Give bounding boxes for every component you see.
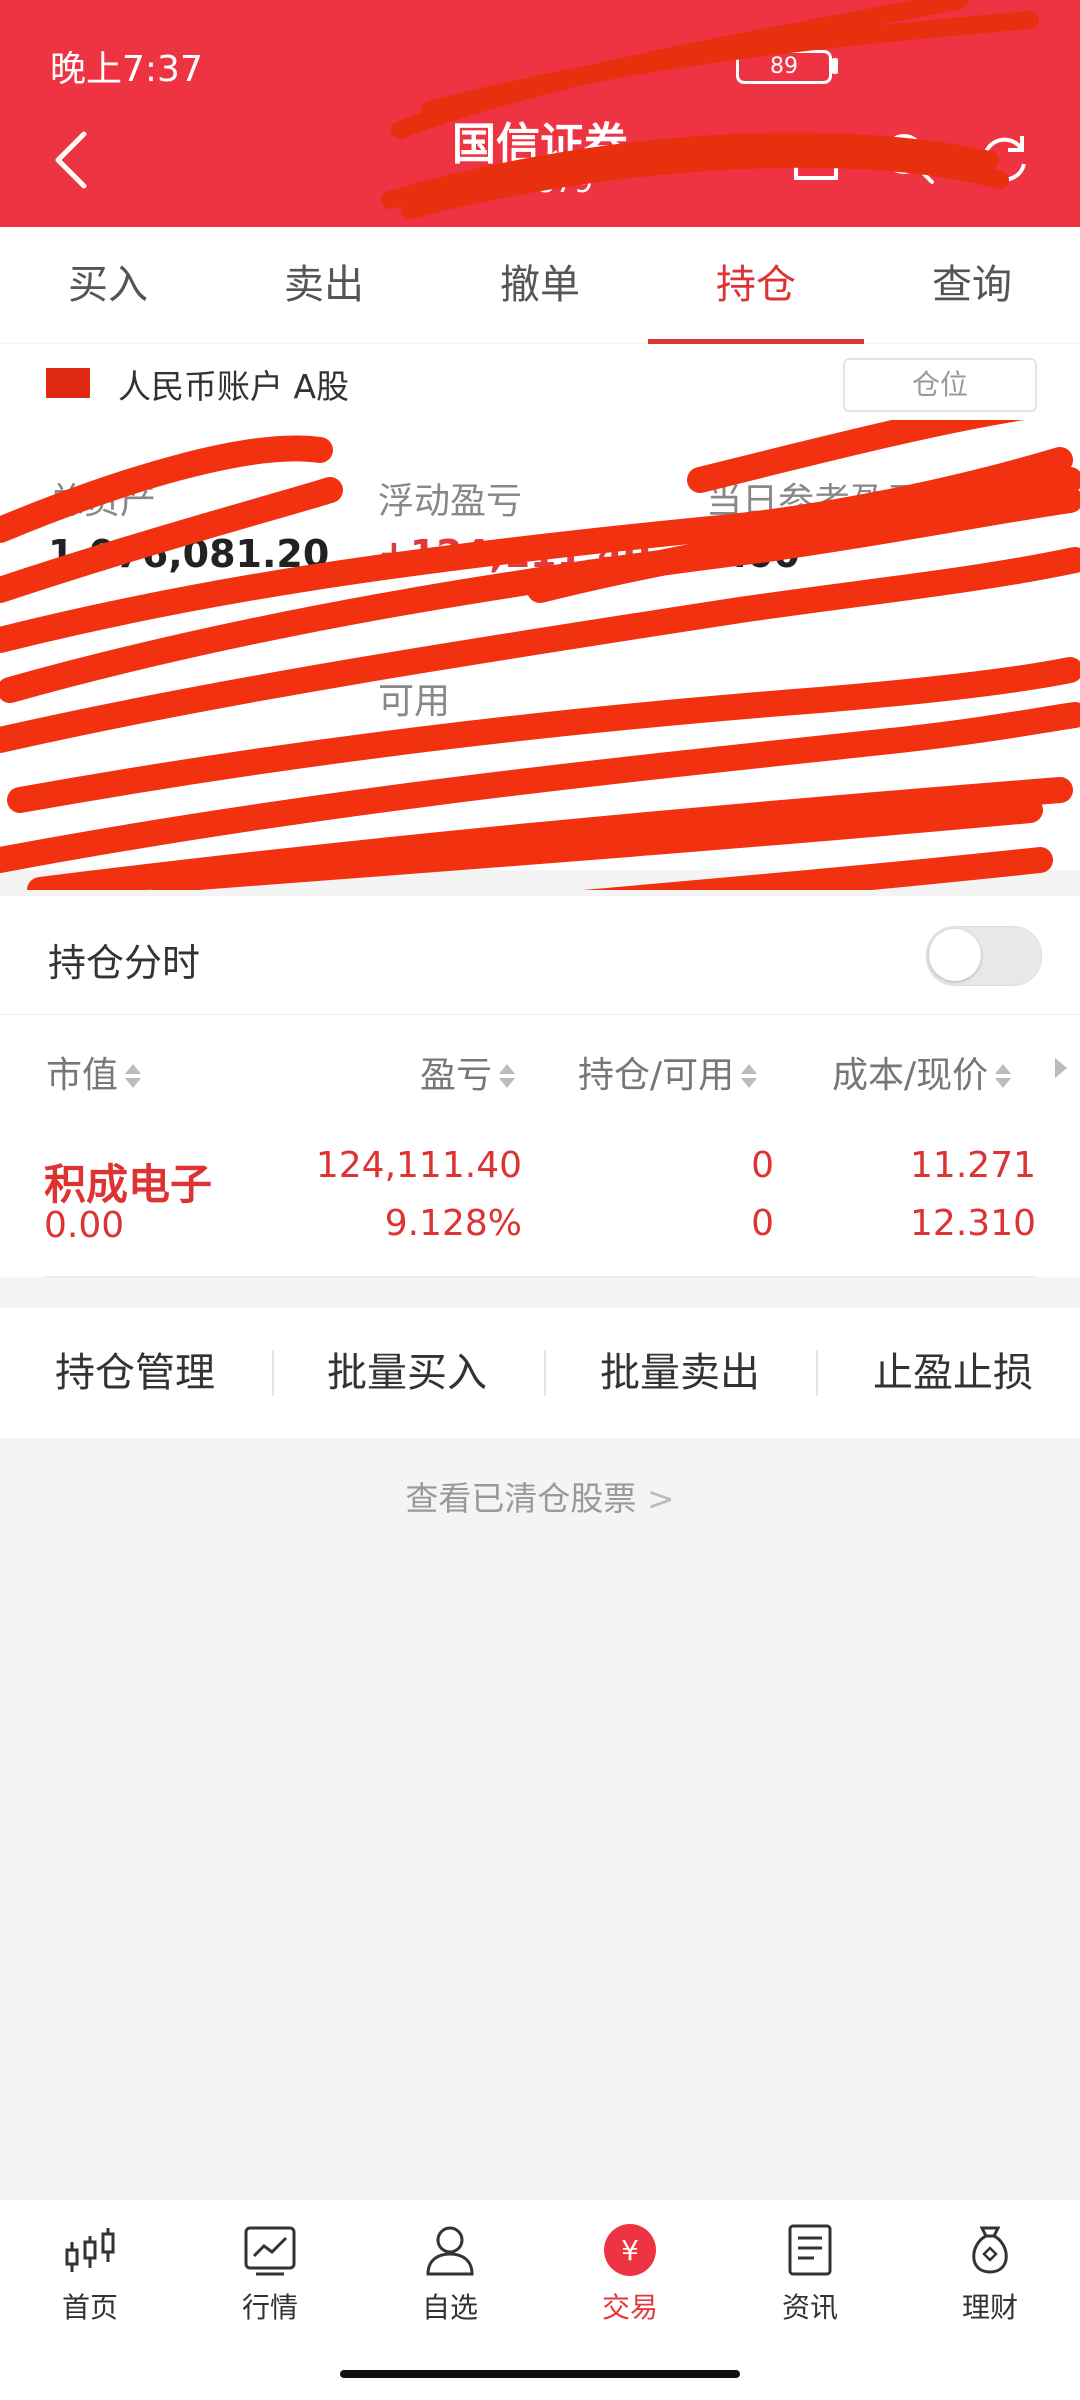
nav-news[interactable]: 资讯: [720, 2222, 900, 2326]
available-quantity: 0: [751, 1203, 774, 1244]
battery-indicator: 89: [736, 50, 832, 84]
home-indicator-bar[interactable]: [340, 2370, 740, 2378]
more-columns-arrow-icon[interactable]: [1055, 1058, 1067, 1078]
position-button[interactable]: 仓位: [843, 358, 1037, 412]
row-divider: [44, 1276, 1036, 1278]
tab-buy[interactable]: 买入: [0, 227, 216, 343]
floating-pl-value: +124,111.40: [378, 532, 651, 576]
refresh-icon[interactable]: [976, 130, 1032, 186]
user-watchlist-icon: [426, 2226, 474, 2276]
market-value: 0.00: [44, 1205, 125, 1246]
daily-ref-pl-value: 0.00: [706, 532, 800, 576]
cost-price: 11.271: [910, 1145, 1036, 1186]
broker-title[interactable]: 国信证券: [390, 108, 690, 172]
money-bag-icon: [972, 2226, 1008, 2274]
account-name[interactable]: 人民币账户 A股: [118, 360, 349, 408]
asset-summary: 总资产 1,076,081.20 浮动盈亏 +124,111.40 当日参考盈亏…: [0, 422, 1080, 870]
sort-icon: [992, 1062, 1012, 1092]
account-number: **1879: [486, 165, 594, 200]
take-profit-stop-loss-button[interactable]: 止盈止损: [818, 1308, 1080, 1438]
tab-sell[interactable]: 卖出: [216, 227, 432, 343]
available-label: 可用: [378, 681, 451, 722]
holding-timeshare-label: 持仓分时: [48, 941, 201, 985]
svg-text:¥: ¥: [621, 2234, 639, 2267]
table-row[interactable]: 积成电子 0.00 124,111.40 9.128% 0 0 11.271 1…: [0, 1125, 1080, 1277]
toggle-knob[interactable]: [929, 929, 981, 981]
back-icon[interactable]: [52, 130, 92, 190]
search-icon[interactable]: [880, 130, 936, 186]
yuan-trade-icon: ¥: [604, 2224, 656, 2276]
column-pl[interactable]: 盈亏: [420, 1046, 516, 1098]
sort-icon: [496, 1062, 516, 1092]
column-hold-available[interactable]: 持仓/可用: [578, 1046, 758, 1098]
nav-trade[interactable]: ¥ 交易: [540, 2222, 720, 2326]
chevron-right-icon: >: [646, 1479, 675, 1518]
total-assets-value: 1,076,081.20: [48, 532, 330, 576]
nav-market[interactable]: 行情: [180, 2222, 360, 2326]
total-assets-label: 总资产: [48, 481, 157, 522]
pl-value: 124,111.40: [315, 1145, 522, 1186]
view-cleared-stocks-link[interactable]: 查看已清仓股票 >: [0, 1472, 1080, 1520]
battery-nub: [832, 58, 838, 74]
batch-sell-button[interactable]: 批量卖出: [545, 1308, 815, 1438]
hold-quantity: 0: [751, 1145, 774, 1186]
status-time: 晚上7:37: [50, 49, 203, 90]
tab-cancel-order[interactable]: 撤单: [432, 227, 648, 343]
position-management-button[interactable]: 持仓管理: [0, 1308, 270, 1438]
sort-icon: [122, 1062, 142, 1092]
column-market-value[interactable]: 市值: [46, 1046, 142, 1098]
pl-percent: 9.128%: [384, 1203, 522, 1244]
account-switch-caret-icon[interactable]: [660, 150, 688, 170]
column-cost-price[interactable]: 成本/现价: [832, 1046, 1012, 1098]
sort-icon: [738, 1062, 758, 1092]
tab-positions[interactable]: 持仓: [648, 227, 864, 343]
tab-query[interactable]: 查询: [864, 227, 1080, 343]
floating-pl-label: 浮动盈亏: [378, 481, 523, 522]
nav-watchlist[interactable]: 自选: [360, 2222, 540, 2326]
trade-tabs: 买入 卖出 撤单 持仓 查询: [0, 227, 1080, 343]
candlestick-home-icon: [65, 2228, 115, 2272]
share-icon[interactable]: [790, 132, 842, 184]
market-chart-icon: [244, 2226, 296, 2276]
china-flag-icon: [46, 368, 90, 398]
daily-ref-pl-label: 当日参考盈亏: [706, 481, 923, 522]
nav-home[interactable]: 首页: [0, 2222, 180, 2326]
current-price: 12.310: [910, 1203, 1036, 1244]
batch-buy-button[interactable]: 批量买入: [272, 1308, 542, 1438]
news-document-icon: [788, 2224, 832, 2276]
nav-wealth[interactable]: 理财: [900, 2222, 1080, 2326]
stock-name[interactable]: 积成电子: [44, 1151, 212, 1212]
